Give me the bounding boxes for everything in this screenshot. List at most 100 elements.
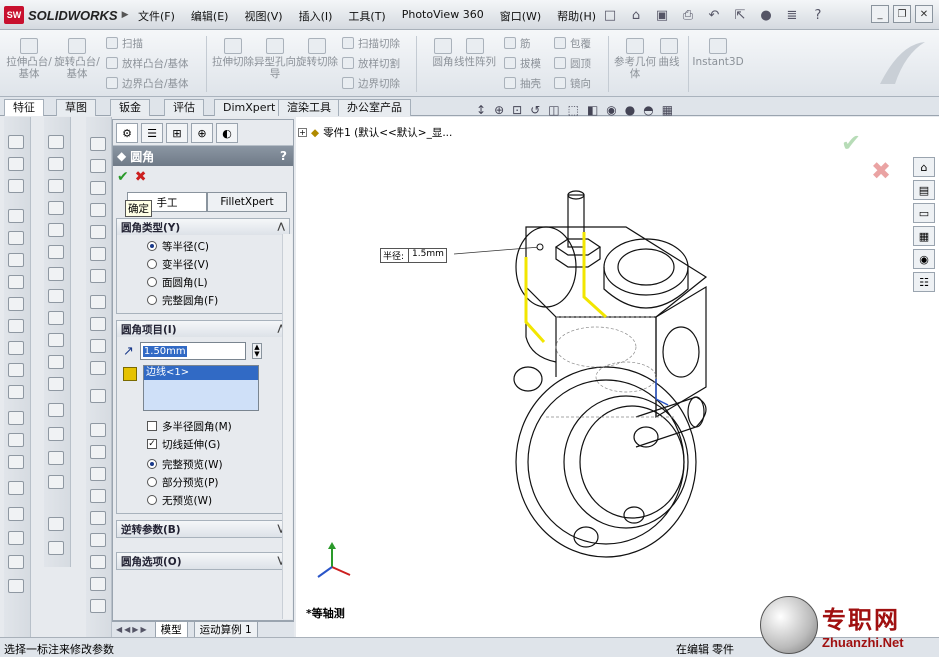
toolbar-icon[interactable] (90, 295, 106, 309)
graphics-area[interactable]: + ◆ 零件1 (默认<<默认>_显... ✔ ✖ ⌂ ▤ ▭ ▦ ◉ ☷ 半径… (296, 117, 939, 637)
menu-tools[interactable]: 工具(T) (340, 7, 393, 25)
toolbar-icon[interactable] (90, 467, 106, 481)
display-style-icon[interactable]: ◧ (587, 103, 598, 117)
toolbar-icon[interactable] (48, 245, 64, 259)
toolbar-icon[interactable] (48, 157, 64, 171)
toolbar-icon[interactable] (48, 311, 64, 325)
section-view-icon[interactable]: ◫ (548, 103, 559, 117)
toolbar-icon[interactable] (8, 481, 24, 495)
toolbar-icon[interactable] (90, 137, 106, 151)
toolbar-icon[interactable] (90, 389, 106, 403)
toolbar-icon[interactable] (48, 517, 64, 531)
toolbar-icon[interactable] (90, 339, 106, 353)
toolbar-icon[interactable] (90, 577, 106, 591)
edit-appearance-icon[interactable]: ● (625, 103, 635, 117)
display-manager-tab-icon[interactable]: ◐ (216, 123, 238, 143)
ok-button[interactable]: ✔ (117, 169, 129, 185)
tab-office-products[interactable]: 办公室产品 (338, 99, 411, 116)
toolbar-icon[interactable] (90, 423, 106, 437)
toolbar-icon[interactable] (90, 225, 106, 239)
toolbar-icon[interactable] (8, 209, 24, 223)
radio-partial-preview[interactable]: 部分预览(P) (117, 473, 289, 491)
swept-cut-button[interactable]: 扫描切除 (342, 36, 400, 50)
selected-edge-item[interactable]: 边线<1> (144, 366, 258, 380)
group-header[interactable]: 逆转参数(B) ⋁ (117, 521, 289, 537)
toolbar-icon[interactable] (8, 385, 24, 399)
tab-dimxpert[interactable]: DimXpert (214, 99, 285, 116)
zoom-to-area-icon[interactable]: ⊡ (512, 103, 522, 117)
minimize-icon[interactable]: _ (871, 5, 889, 23)
radio-constant-radius[interactable]: 等半径(C) (117, 237, 289, 255)
toolbar-icon[interactable] (48, 403, 64, 417)
previous-view-icon[interactable]: ↕ (476, 103, 486, 117)
toolbar-icon[interactable] (48, 267, 64, 281)
hole-wizard-button[interactable]: 异型孔向导 (252, 38, 298, 80)
app-logo[interactable]: SW SOLIDWORKS ▶ (4, 5, 128, 25)
tab-sheet-metal[interactable]: 钣金 (110, 99, 150, 116)
options-icon[interactable]: ≣ (782, 6, 802, 24)
menu-help[interactable]: 帮助(H) (549, 7, 604, 25)
toolbar-icon[interactable] (8, 135, 24, 149)
dome-button[interactable]: 圆顶 (554, 56, 591, 70)
chevron-right-icon[interactable]: ▶ (122, 10, 129, 20)
menu-edit[interactable]: 编辑(E) (183, 7, 237, 25)
toolbar-icon[interactable] (90, 445, 106, 459)
toolbar-icon[interactable] (90, 269, 106, 283)
tab-filletxpert[interactable]: FilletXpert (207, 192, 287, 212)
previous-icon[interactable]: ↺ (530, 103, 540, 117)
revolve-cut-button[interactable]: 旋转切除 (294, 38, 340, 68)
toolbar-icon[interactable] (90, 489, 106, 503)
view-orientation-icon[interactable]: ⬚ (568, 103, 579, 117)
menu-view[interactable]: 视图(V) (236, 7, 290, 25)
hide-show-icon[interactable]: ◉ (606, 103, 616, 117)
open-icon[interactable]: ⌂ (626, 6, 646, 24)
tab-features[interactable]: 特征 (4, 99, 44, 116)
toolbar-icon[interactable] (48, 333, 64, 347)
radio-face-fillet[interactable]: 面圆角(L) (117, 273, 289, 291)
edge-selection-box[interactable]: 边线<1> (143, 365, 259, 411)
help-icon[interactable]: ? (808, 6, 828, 24)
configuration-manager-tab-icon[interactable]: ⊞ (166, 123, 188, 143)
radius-input[interactable]: 1.50mm (139, 342, 246, 360)
toolbar-icon[interactable] (8, 433, 24, 447)
toolbar-icon[interactable] (48, 451, 64, 465)
toolbar-icon[interactable] (48, 541, 64, 555)
select-icon[interactable]: ⇱ (730, 6, 750, 24)
toolbar-icon[interactable] (48, 289, 64, 303)
extrude-cut-button[interactable]: 拉伸切除 (210, 38, 256, 68)
group-header[interactable]: 圆角项目(I) ⋀ (117, 321, 289, 337)
toolbar-icon[interactable] (90, 599, 106, 613)
help-icon[interactable]: ? (280, 149, 287, 163)
menu-file[interactable]: 文件(F) (130, 7, 183, 25)
toolbar-icon[interactable] (8, 531, 24, 545)
toolbar-icon[interactable] (48, 135, 64, 149)
wrap-button[interactable]: 包覆 (554, 36, 591, 50)
revolve-boss-button[interactable]: 旋转凸台/基体 (54, 38, 100, 80)
menu-insert[interactable]: 插入(I) (291, 7, 341, 25)
toolbar-icon[interactable] (8, 253, 24, 267)
toolbar-icon[interactable] (90, 247, 106, 261)
zoom-to-fit-icon[interactable]: ⊕ (494, 103, 504, 117)
toolbar-icon[interactable] (48, 179, 64, 193)
toolbar-icon[interactable] (8, 179, 24, 193)
loft-boss-button[interactable]: 放样凸台/基体 (106, 56, 189, 70)
dimxpert-manager-tab-icon[interactable]: ⊕ (191, 123, 213, 143)
toolbar-icon[interactable] (90, 511, 106, 525)
collapse-icon[interactable]: ⋀ (277, 222, 285, 232)
toolbar-icon[interactable] (8, 507, 24, 521)
tab-render-tools[interactable]: 渲染工具 (278, 99, 340, 116)
toolbar-icon[interactable] (8, 579, 24, 593)
menu-window[interactable]: 窗口(W) (492, 7, 549, 25)
radio-full-preview[interactable]: 完整预览(W) (117, 455, 289, 473)
extrude-boss-button[interactable]: 拉伸凸台/基体 (6, 38, 52, 80)
tab-nav-arrows[interactable]: ◀◀▶▶ (116, 625, 149, 634)
toolbar-icon[interactable] (90, 555, 106, 569)
toolbar-icon[interactable] (8, 319, 24, 333)
tab-evaluate[interactable]: 评估 (164, 99, 204, 116)
cancel-button[interactable]: ✖ (135, 169, 147, 185)
toolbar-icon[interactable] (90, 361, 106, 375)
feature-manager-tab-icon[interactable]: ⚙ (116, 123, 138, 143)
boundary-boss-button[interactable]: 边界凸台/基体 (106, 76, 189, 90)
toolbar-icon[interactable] (48, 377, 64, 391)
toolbar-icon[interactable] (8, 411, 24, 425)
